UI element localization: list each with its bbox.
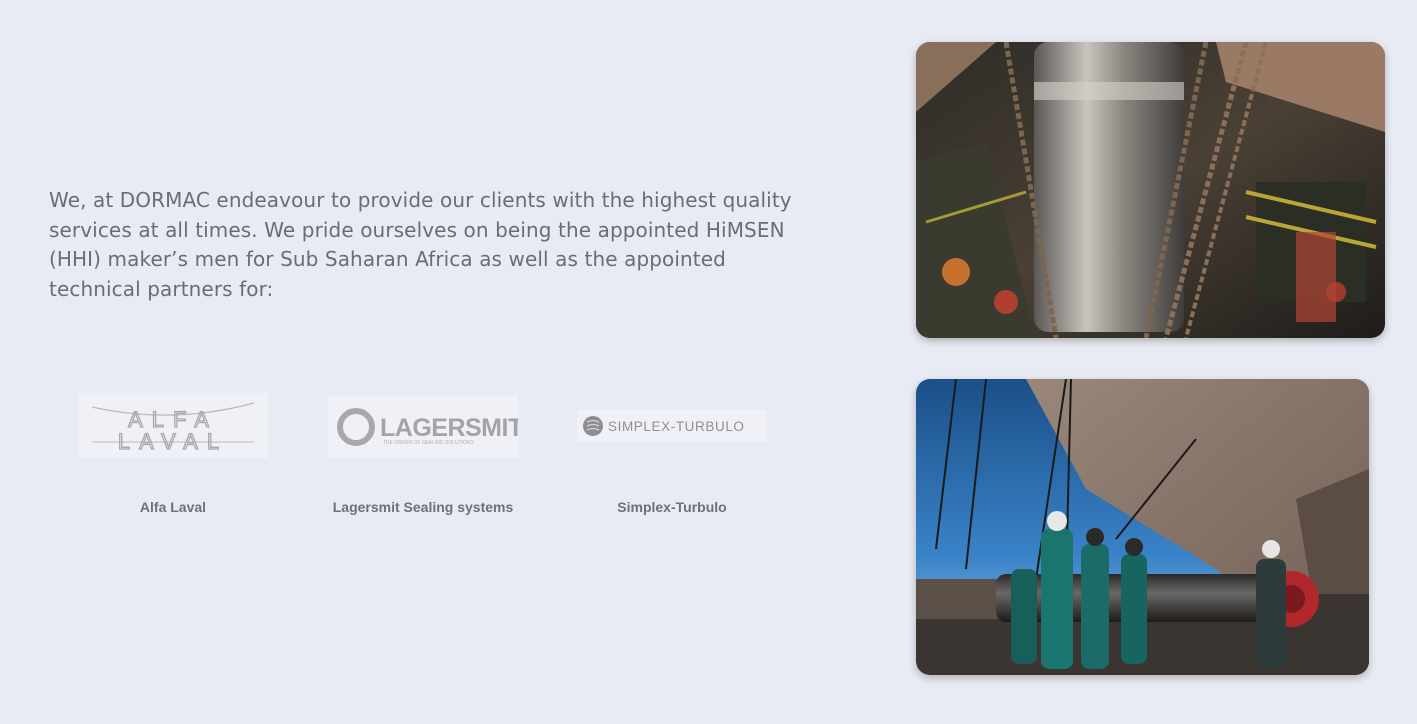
simplex-logo-text: SIMPLEX-TURBULO [608,419,745,434]
intro-paragraph: We, at DORMAC endeavour to provide our c… [49,188,792,301]
partner-lagersmit: LAGERSMIT THE ORIGIN OF SEALING SOLUTION… [298,393,548,515]
simplex-turbulo-logo: SIMPLEX-TURBULO [577,410,767,442]
partner-simplex-turbulo: SIMPLEX-TURBULO Simplex-Turbulo [547,393,797,515]
partner-alfa-laval: ALFA LAVAL Alfa Laval [48,393,298,515]
dry-dock-workers-photo [916,379,1369,675]
lagersmit-logo-text: LAGERSMIT [380,414,518,442]
lagersmit-tagline: THE ORIGIN OF SEALING SOLUTIONS [383,440,475,446]
lagersmit-logo: LAGERSMIT THE ORIGIN OF SEALING SOLUTION… [328,396,523,458]
ship-shaft-lifting-photo [916,42,1385,338]
alfa-laval-logo: ALFA LAVAL [78,393,268,458]
partner-name: Lagersmit Sealing systems [332,499,514,515]
partner-name: Simplex-Turbulo [617,499,727,515]
partner-logos: ALFA LAVAL Alfa Laval LAGERSMIT THE ORIG… [48,393,808,523]
partner-name: Alfa Laval [139,499,207,515]
laval-logo-text: LAVAL [118,429,228,454]
page: We, at DORMAC endeavour to provide our c… [0,0,1417,724]
